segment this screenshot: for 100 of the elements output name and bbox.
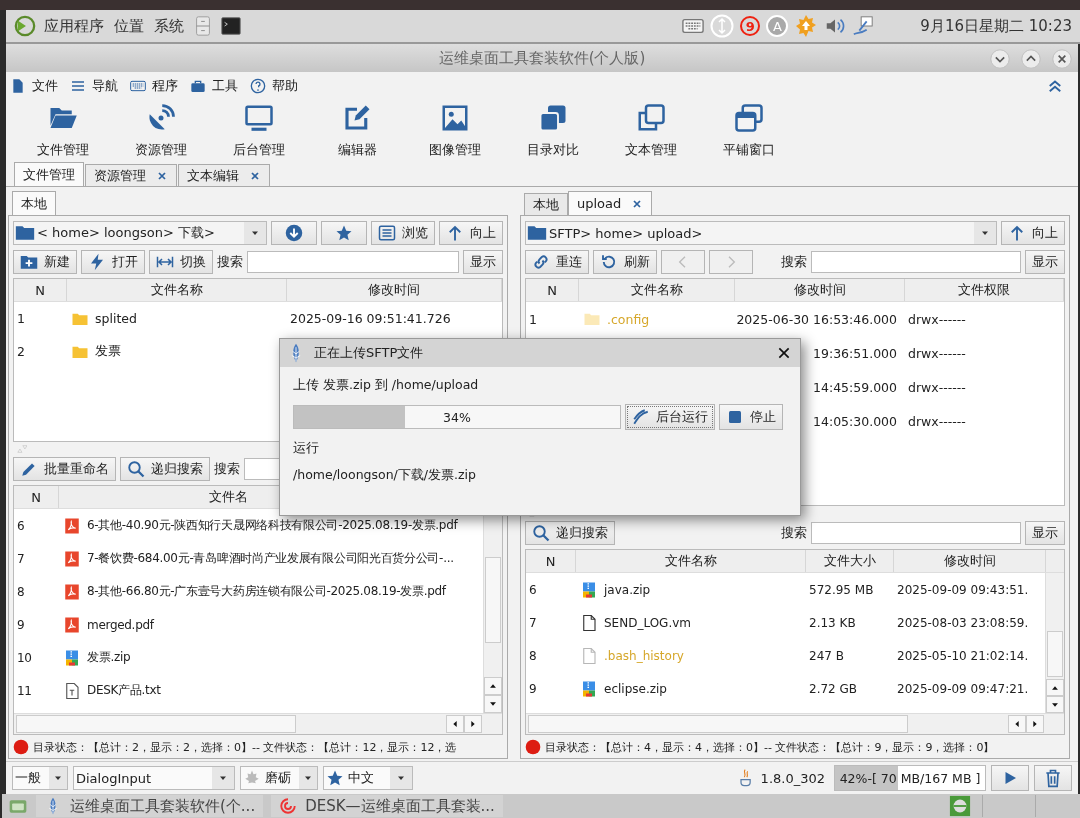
scrollbar-thumb[interactable] <box>16 715 296 733</box>
search-field[interactable] <box>244 458 280 480</box>
tab[interactable]: 资源管理 <box>85 164 177 186</box>
search-field[interactable] <box>247 251 459 273</box>
tab[interactable]: 本地 <box>524 193 568 215</box>
column-header[interactable]: 修改时间 <box>287 279 502 301</box>
action-button[interactable]: 打开 <box>81 250 145 274</box>
dropdown[interactable]: DialogInput <box>73 766 235 790</box>
panel-menu[interactable]: 系统 <box>152 16 186 36</box>
delete-button[interactable] <box>1034 765 1072 791</box>
action-button[interactable]: 切换 <box>149 250 213 274</box>
toolbar-button[interactable]: 文本管理 <box>602 101 700 161</box>
dialog-button[interactable]: 后台运行 <box>625 404 715 430</box>
action-button[interactable]: 重连 <box>525 250 589 274</box>
panel-menu[interactable]: 位置 <box>112 16 146 36</box>
scroll-up-button[interactable] <box>1046 679 1064 697</box>
file-name[interactable]: SEND_LOG.vm <box>604 615 692 630</box>
memory-bar[interactable]: 42%-[ 70 MB/167 MB ] <box>834 765 986 791</box>
taskbar-item[interactable]: DESK—运维桌面工具套装... <box>271 795 503 817</box>
file-name[interactable]: 7-餐饮费-684.00元-青岛啤酒时尚产业发展有限公司阳光百货分公司-... <box>87 550 454 567</box>
file-name[interactable]: 8-其他-66.80元-广东壹号大药房连锁有限公司-2025.08.19-发票.pdf <box>87 583 446 600</box>
panel-menu[interactable]: 应用程序 <box>42 16 106 36</box>
column-header[interactable]: 文件名称 <box>579 279 735 301</box>
search-field[interactable] <box>811 522 1021 544</box>
file-name[interactable]: 发票 <box>95 343 121 360</box>
scroll-right-button[interactable] <box>464 715 482 733</box>
search-field[interactable] <box>811 251 1021 273</box>
menu-item[interactable]: 帮助 <box>272 77 298 95</box>
scroll-down-button[interactable] <box>484 695 502 713</box>
menu-item[interactable]: 文件 <box>32 77 58 95</box>
run-button[interactable] <box>991 765 1029 791</box>
column-header[interactable]: 文件大小 <box>806 550 894 572</box>
column-header[interactable]: 修改时间 <box>735 279 905 301</box>
download-button[interactable] <box>271 221 317 245</box>
menu-item[interactable]: 程序 <box>152 77 178 95</box>
scrollbar-thumb[interactable] <box>485 557 501 643</box>
clock[interactable]: 9月16日星期二 10:23 <box>920 16 1072 36</box>
favorite-button[interactable] <box>321 221 367 245</box>
column-header[interactable]: N <box>14 279 67 301</box>
toolbar-button[interactable]: 平铺窗口 <box>700 101 798 161</box>
show-button[interactable]: 显示 <box>1025 521 1065 545</box>
column-header[interactable]: 文件权限 <box>905 279 1064 301</box>
column-header[interactable]: 文件名称 <box>67 279 287 301</box>
path-combo[interactable]: < home> loongson> 下载> <box>13 221 267 245</box>
file-name[interactable]: 6-其他-40.90元-陕西知行天晟网络科技有限公司-2025.08.19-发票.pdf <box>87 517 458 534</box>
terminal-icon[interactable] <box>220 15 242 37</box>
action-button[interactable]: 递归搜索 <box>525 521 615 545</box>
tab[interactable]: 文件管理 <box>14 162 84 186</box>
scroll-down-button[interactable] <box>1046 696 1064 713</box>
file-name[interactable]: splited <box>95 311 137 326</box>
dialog-button[interactable]: 停止 <box>719 404 783 430</box>
taskbar-item[interactable]: 运维桌面工具套装软件(个... <box>36 795 264 817</box>
tab[interactable]: 文本编辑 <box>178 164 270 186</box>
toolbar-button[interactable]: 资源管理 <box>112 101 210 161</box>
close-icon[interactable] <box>776 345 792 361</box>
column-header[interactable]: 修改时间 <box>894 550 1046 572</box>
show-button[interactable]: 显示 <box>1025 250 1065 274</box>
toolbar-button[interactable]: 图像管理 <box>406 101 504 161</box>
network-icon[interactable] <box>852 15 875 37</box>
up-button[interactable]: 向上 <box>1001 221 1065 245</box>
maximize-button[interactable] <box>1021 49 1041 69</box>
column-header[interactable]: N <box>14 486 59 508</box>
scrollbar-thumb[interactable] <box>1047 631 1063 678</box>
file-name[interactable]: eclipse.zip <box>604 681 667 696</box>
scrollbar-thumb[interactable] <box>528 715 908 733</box>
tab[interactable]: 本地 <box>12 191 56 215</box>
file-name[interactable]: java.zip <box>604 582 651 597</box>
column-header[interactable]: 文件名称 <box>576 550 806 572</box>
dropdown[interactable]: 一般 <box>12 766 68 790</box>
scroll-left-button[interactable] <box>1008 715 1026 733</box>
logo-icon[interactable] <box>14 15 36 37</box>
close-icon[interactable] <box>631 197 644 210</box>
action-button[interactable]: 批量重命名 <box>13 457 116 481</box>
refresh-icon <box>600 253 618 271</box>
file-name[interactable]: DESK产品.txt <box>87 682 161 699</box>
toolbar-button[interactable]: 目录对比 <box>504 101 602 161</box>
path-button[interactable]: 浏览 <box>371 221 435 245</box>
menu-item[interactable]: 工具 <box>212 77 238 95</box>
action-button[interactable]: 递归搜索 <box>120 457 210 481</box>
action-button[interactable]: 刷新 <box>593 250 657 274</box>
dropdown[interactable]: 磨砺 <box>240 766 318 790</box>
file-name[interactable]: 发票.zip <box>87 649 131 666</box>
close-button[interactable] <box>1052 49 1072 69</box>
scroll-right-button[interactable] <box>1026 715 1044 733</box>
file-name[interactable]: merged.pdf <box>87 617 154 632</box>
dropdown[interactable]: 中文 <box>323 766 413 790</box>
tab[interactable]: upload <box>568 191 653 215</box>
menu-item[interactable]: 导航 <box>92 77 118 95</box>
toolbar-button[interactable]: 编辑器 <box>308 101 406 161</box>
toolbar-button[interactable]: 文件管理 <box>14 101 112 161</box>
scroll-up-button[interactable] <box>484 677 502 695</box>
column-header[interactable]: N <box>526 279 579 301</box>
toolbar-button[interactable]: 后台管理 <box>210 101 308 161</box>
show-button[interactable]: 显示 <box>463 250 503 274</box>
minimize-button[interactable] <box>990 49 1010 69</box>
path-combo[interactable]: SFTP> home> upload> <box>525 221 997 245</box>
column-header[interactable]: N <box>526 550 576 572</box>
action-button[interactable]: 新建 <box>13 250 77 274</box>
path-button[interactable]: 向上 <box>439 221 503 245</box>
scroll-left-button[interactable] <box>446 715 464 733</box>
